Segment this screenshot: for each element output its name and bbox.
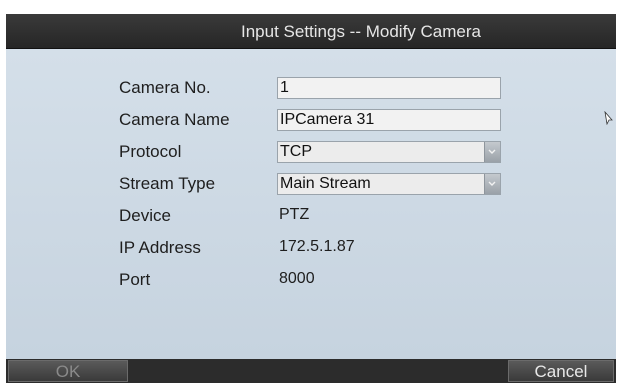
mouse-cursor-icon	[604, 111, 613, 125]
chevron-down-icon	[488, 149, 496, 154]
device-label: Device	[119, 206, 171, 225]
port-value: 8000	[279, 270, 315, 287]
ip-address-label: IP Address	[119, 238, 201, 257]
stream-type-select[interactable]: Main Stream	[277, 173, 501, 195]
modify-camera-dialog: Input Settings -- Modify Camera Camera N…	[6, 14, 616, 383]
stream-type-dropdown-button[interactable]	[484, 174, 500, 194]
ok-button[interactable]: OK	[8, 360, 128, 382]
camera-no-label: Camera No.	[119, 78, 211, 97]
camera-no-field[interactable]: 1	[277, 77, 501, 99]
port-label: Port	[119, 270, 151, 289]
protocol-select[interactable]: TCP	[277, 141, 501, 163]
ip-address-value: 172.5.1.87	[279, 238, 355, 255]
cancel-button[interactable]: Cancel	[508, 360, 614, 382]
chevron-down-icon	[488, 181, 496, 186]
stream-type-label: Stream Type	[119, 174, 216, 193]
settings-form: Camera No. 1 Camera Name IPCamera 31 Pro…	[6, 49, 616, 359]
protocol-value: TCP	[280, 143, 312, 160]
camera-name-field[interactable]: IPCamera 31	[277, 109, 501, 131]
button-bar: OK Cancel	[6, 359, 616, 383]
protocol-label: Protocol	[119, 142, 182, 161]
title-bar: Input Settings -- Modify Camera	[6, 14, 616, 49]
protocol-dropdown-button[interactable]	[484, 142, 500, 162]
device-value: PTZ	[279, 206, 310, 223]
camera-name-label: Camera Name	[119, 110, 230, 129]
dialog-title: Input Settings -- Modify Camera	[241, 22, 481, 41]
stream-type-value: Main Stream	[280, 175, 371, 192]
